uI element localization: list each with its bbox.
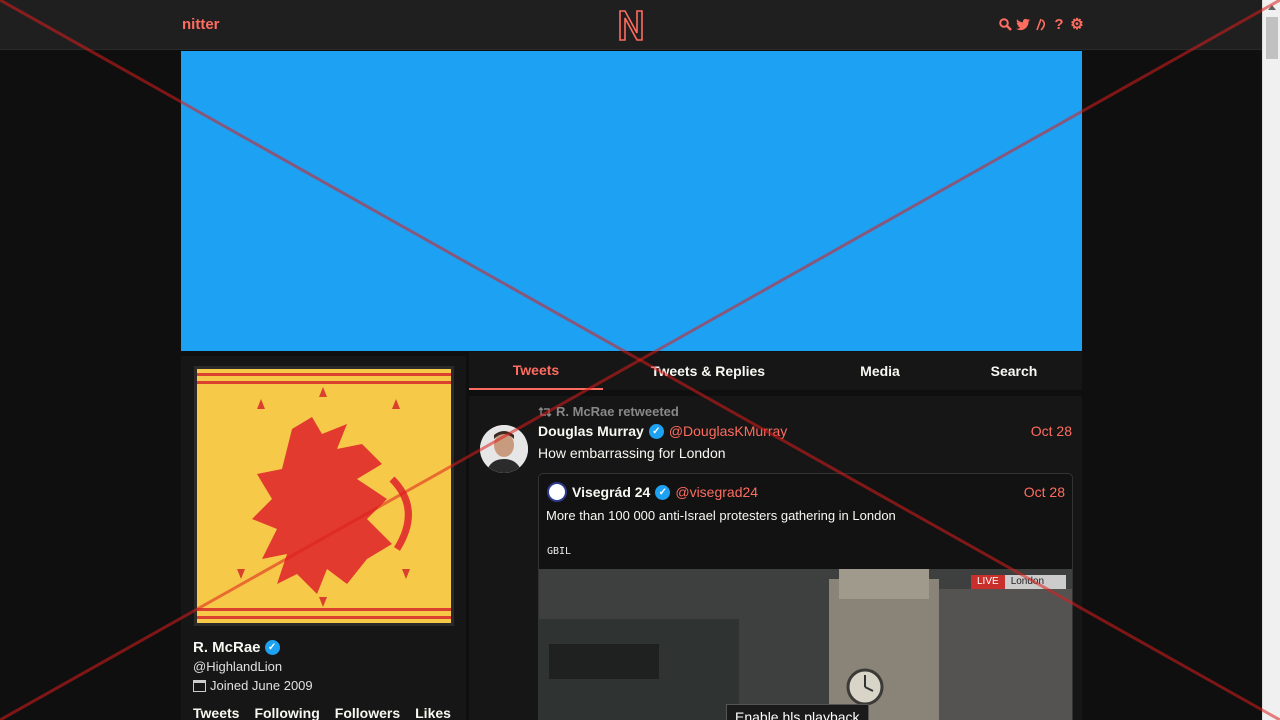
stat-likes[interactable]: Likes <box>415 705 451 720</box>
quote-author-avatar[interactable] <box>547 482 567 502</box>
tab-tweets-replies[interactable]: Tweets & Replies <box>629 352 787 390</box>
tab-search[interactable]: Search <box>969 352 1059 390</box>
brand-link[interactable]: nitter <box>182 16 220 33</box>
quoted-tweet[interactable]: Visegrád 24 ✓ @visegrad24 Oct 28 More th… <box>538 473 1073 720</box>
scroll-thumb[interactable] <box>1266 17 1278 59</box>
quote-overlay-text: GBIL <box>547 546 572 557</box>
live-label: LIVE <box>971 575 1005 589</box>
profile-name-text[interactable]: R. McRae <box>193 639 261 656</box>
rss-icon[interactable] <box>1034 16 1048 32</box>
quote-author-handle[interactable]: @visegrad24 <box>675 484 758 500</box>
retweet-icon <box>538 406 552 417</box>
timeline: R. McRae retweeted Douglas Murray ✓ @Dou… <box>469 396 1082 720</box>
tweet-author-avatar[interactable] <box>480 425 528 473</box>
gear-icon[interactable]: ⚙ <box>1070 16 1084 33</box>
tweet-author-handle[interactable]: @DouglasKMurray <box>669 423 787 439</box>
live-location: London <box>1004 575 1067 589</box>
twitter-icon[interactable] <box>1016 16 1030 32</box>
tweet-text: How embarrassing for London <box>538 445 726 461</box>
live-badge: LIVE London <box>971 575 1067 589</box>
stat-followers[interactable]: Followers <box>335 705 400 720</box>
profile-handle[interactable]: @HighlandLion <box>193 659 282 674</box>
stat-tweets[interactable]: Tweets <box>193 705 239 720</box>
timeline-tabs: Tweets Tweets & Replies Media Search <box>469 352 1082 390</box>
tab-tweets[interactable]: Tweets <box>469 352 603 390</box>
quote-header: Visegrád 24 ✓ @visegrad24 Oct 28 <box>547 482 1065 502</box>
page-scrollbar[interactable] <box>1262 0 1280 720</box>
verified-icon: ✓ <box>655 484 671 500</box>
stat-following[interactable]: Following <box>254 705 319 720</box>
nav-icons: ? ⚙ <box>998 16 1084 33</box>
profile-avatar[interactable] <box>194 366 454 626</box>
quote-date[interactable]: Oct 28 <box>1024 484 1065 500</box>
tweet-author-name[interactable]: Douglas Murray <box>538 423 644 439</box>
retweet-label[interactable]: R. McRae retweeted <box>556 404 679 419</box>
video-thumbnail <box>539 569 1072 720</box>
profile-banner[interactable] <box>181 51 1082 351</box>
retweet-header: R. McRae retweeted <box>538 404 679 419</box>
quote-text: More than 100 000 anti-Israel protesters… <box>546 508 896 523</box>
profile-card: R. McRae ✓ @HighlandLion Joined June 200… <box>181 356 466 720</box>
verified-icon: ✓ <box>648 423 664 439</box>
profile-name: R. McRae ✓ <box>193 639 280 656</box>
calendar-icon <box>193 679 206 692</box>
video-player[interactable]: LIVE London Enable hls playback <box>539 569 1072 720</box>
tweet-header: Douglas Murray ✓ @DouglasKMurray Oct 28 <box>538 423 1072 439</box>
tweet-date[interactable]: Oct 28 <box>1031 423 1072 439</box>
enable-hls-button[interactable]: Enable hls playback <box>726 704 869 720</box>
verified-icon: ✓ <box>264 640 280 655</box>
quote-author-name[interactable]: Visegrád 24 <box>572 484 650 500</box>
profile-joined: Joined June 2009 <box>193 678 313 693</box>
profile-stats: Tweets Following Followers Likes <box>193 705 451 720</box>
help-icon[interactable]: ? <box>1052 16 1066 33</box>
scroll-up-arrow-icon[interactable] <box>1268 5 1276 10</box>
search-icon[interactable] <box>998 16 1012 32</box>
joined-text: Joined June 2009 <box>210 678 313 693</box>
tab-media[interactable]: Media <box>829 352 931 390</box>
navbar: nitter ? ⚙ <box>0 0 1262 50</box>
nitter-logo[interactable] <box>617 8 645 42</box>
